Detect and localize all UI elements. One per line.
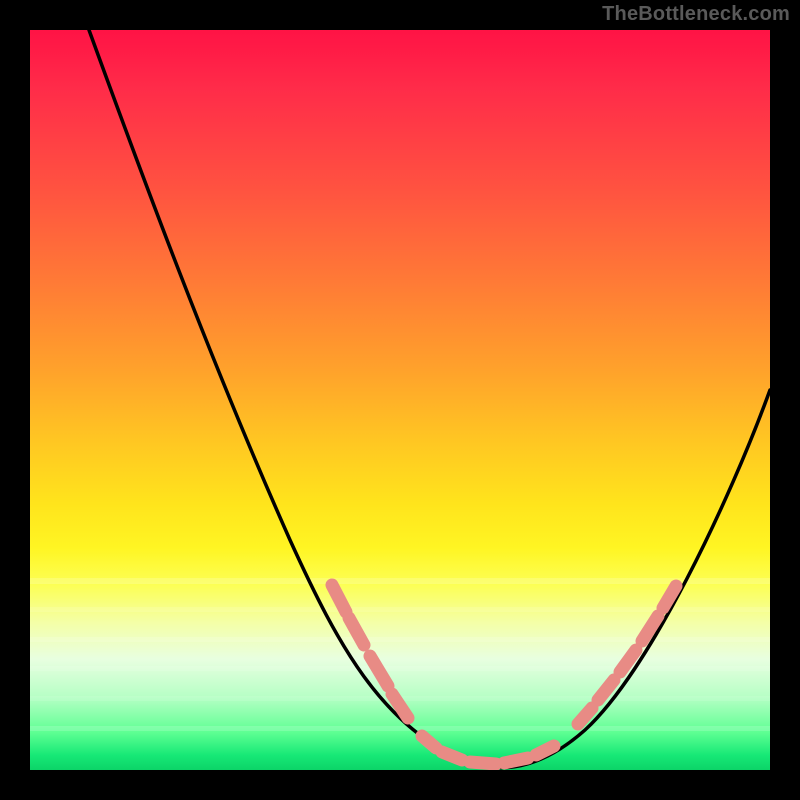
plot-area	[30, 30, 770, 770]
chart-stage: TheBottleneck.com	[0, 0, 800, 800]
curve-svg	[30, 30, 770, 770]
marker-group-left	[332, 585, 408, 718]
watermark-text: TheBottleneck.com	[602, 3, 790, 26]
marker-group-right	[578, 586, 676, 724]
marker-group-bottom	[422, 736, 554, 764]
bottleneck-curve-path	[89, 30, 770, 768]
